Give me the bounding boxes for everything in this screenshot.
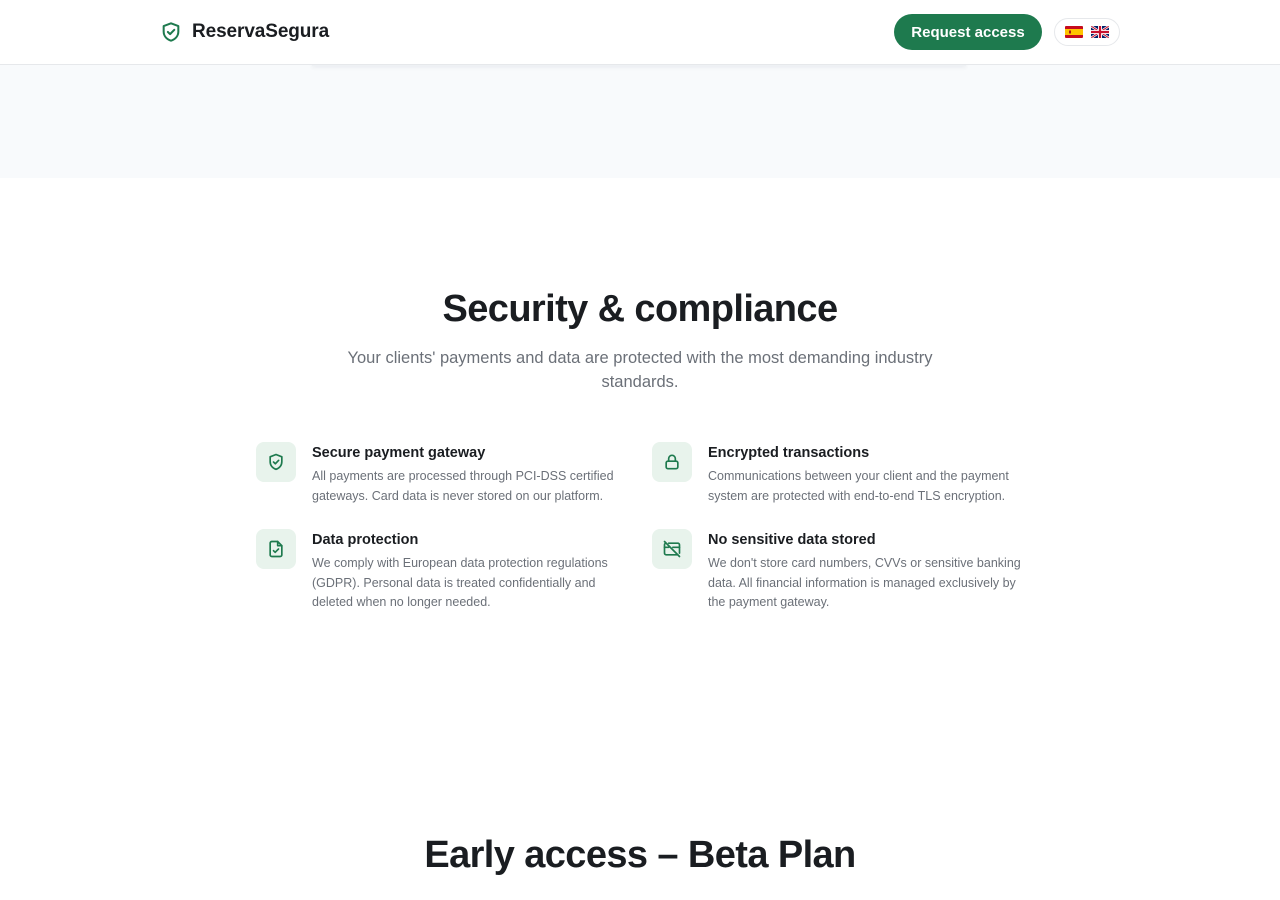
shield-check-icon — [162, 22, 180, 42]
feature-icon-box — [652, 442, 692, 482]
landing-page: ReservaSegura Request access Security & … — [0, 0, 1280, 900]
feature-description: We don't store card numbers, CVVs or sen… — [708, 556, 1021, 610]
card-off-icon — [663, 540, 681, 558]
site-header: ReservaSegura Request access — [0, 0, 1280, 65]
feature-encrypted-transactions: Encrypted transactions Communications be… — [652, 442, 1032, 532]
feature-title: Encrypted transactions — [708, 445, 870, 461]
feature-title: Secure payment gateway — [312, 445, 486, 461]
shield-check-icon — [269, 453, 283, 471]
lock-icon — [665, 454, 679, 470]
security-section-subtitle: Your clients' payments and data are prot… — [347, 349, 933, 391]
language-switcher — [1054, 18, 1120, 46]
feature-title: No sensitive data stored — [708, 532, 876, 548]
feature-title: Data protection — [312, 532, 419, 548]
flag-spain-icon[interactable] — [1065, 26, 1083, 38]
feature-no-sensitive-data: No sensitive data stored We don't store … — [652, 529, 1032, 619]
feature-icon-box — [652, 529, 692, 569]
feature-icon-box — [256, 529, 296, 569]
security-section-title: Security & compliance — [442, 288, 839, 330]
feature-icon-box — [256, 442, 296, 482]
feature-data-protection: Data protection We comply with European … — [256, 529, 636, 619]
feature-description: Communications between your client and t… — [708, 469, 1009, 503]
request-access-button[interactable]: Request access — [894, 14, 1042, 50]
file-check-icon — [269, 540, 283, 558]
feature-description: All payments are processed through PCI-D… — [312, 469, 614, 503]
beta-section-title: Early access – Beta Plan — [424, 834, 856, 876]
brand-name: ReservaSegura — [192, 21, 330, 42]
feature-secure-payment-gateway: Secure payment gateway All payments are … — [256, 442, 636, 532]
flag-uk-icon[interactable] — [1091, 26, 1109, 38]
brand-logo-link[interactable]: ReservaSegura — [160, 18, 329, 46]
feature-description: We comply with European data protection … — [312, 556, 608, 610]
